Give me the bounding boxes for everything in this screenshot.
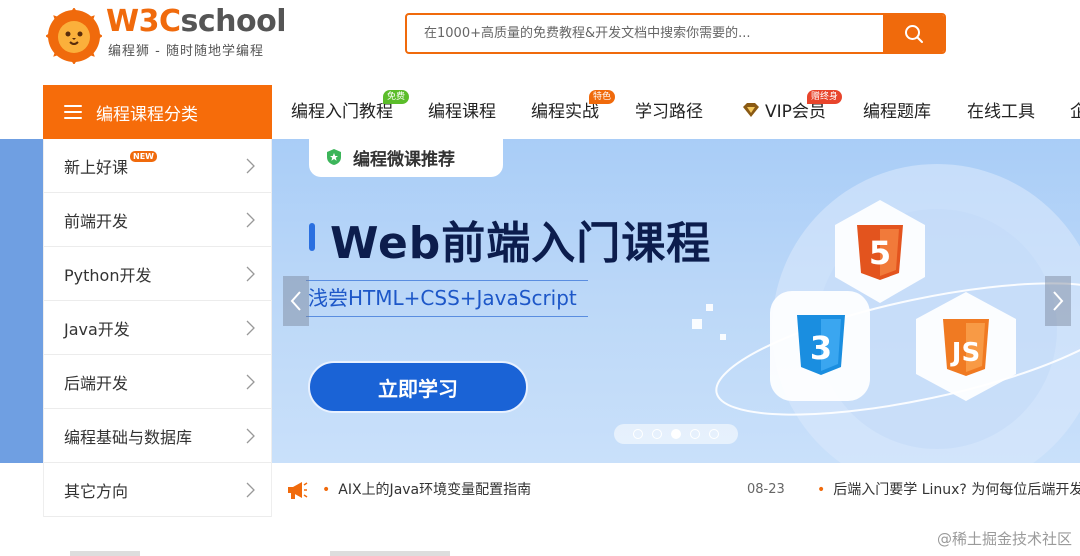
- svg-text:5: 5: [869, 234, 891, 272]
- sidebar-item-label: 后端开发: [64, 373, 129, 393]
- megaphone-icon: [288, 482, 308, 499]
- banner-prev-arrow[interactable]: [283, 276, 309, 326]
- bullet-icon: •: [817, 482, 826, 498]
- main-nav: 编程入门教程 免费 编程课程 编程实战 特色 学习路径 VIP会员 赠终身 编程…: [272, 85, 1080, 139]
- logo-slogan: 编程狮 - 随时随地学编程: [108, 44, 264, 59]
- logo-school-text: school: [180, 4, 286, 39]
- nav-item-label: 编程入门教程: [291, 102, 393, 122]
- free-badge: 免费: [383, 90, 410, 104]
- search-input[interactable]: [407, 15, 885, 52]
- sidebar-item-basics-database[interactable]: 编程基础与数据库: [44, 409, 271, 463]
- nav-item-intro-tutorials[interactable]: 编程入门教程 免费: [291, 85, 410, 139]
- css3-badge-icon: 3: [770, 291, 870, 401]
- carousel-dot[interactable]: [633, 429, 643, 439]
- sidebar-item-backend[interactable]: 后端开发: [44, 355, 271, 409]
- sidebar-item-frontend[interactable]: 前端开发: [44, 193, 271, 247]
- nav-item-vip[interactable]: VIP会员 赠终身: [741, 85, 843, 139]
- nav-item-enterprise[interactable]: 企: [1070, 85, 1080, 139]
- chevron-right-icon: [246, 428, 255, 444]
- chevron-right-icon: [1053, 291, 1064, 311]
- logo-wordmark: W3Cschool: [106, 4, 286, 39]
- sidebar-item-new-courses[interactable]: 新上好课 NEW: [44, 139, 271, 193]
- sidebar-item-label: 其它方向: [64, 481, 129, 501]
- chevron-right-icon: [246, 266, 255, 282]
- nav-item-learning-path[interactable]: 学习路径: [635, 85, 703, 139]
- news-date: 08-23: [747, 482, 785, 497]
- nav-item-label: VIP会员: [765, 102, 826, 122]
- banner-left-edge: [0, 139, 43, 463]
- nav-item-practice[interactable]: 编程实战 特色: [531, 85, 616, 139]
- news-item[interactable]: • 后端入门要学 Linux? 为何每位后端开发: [817, 463, 1080, 517]
- course-category-button[interactable]: 编程课程分类: [43, 85, 272, 139]
- carousel-dot[interactable]: [652, 429, 662, 439]
- lion-logo-icon: [46, 8, 102, 64]
- title-accent-bar: [309, 223, 315, 251]
- banner-tag-label: 编程微课推荐: [353, 149, 455, 170]
- nav-item-courses[interactable]: 编程课程: [428, 85, 496, 139]
- sidebar-item-other[interactable]: 其它方向: [44, 463, 271, 517]
- chevron-right-icon: [246, 482, 255, 498]
- search-button[interactable]: [883, 15, 944, 52]
- site-logo[interactable]: W3Cschool 编程狮 - 随时随地学编程: [46, 4, 286, 64]
- banner-tag: 编程微课推荐: [309, 139, 503, 177]
- nav-item-online-tools[interactable]: 在线工具: [967, 85, 1035, 139]
- new-badge: NEW: [130, 151, 157, 162]
- watermark: @稀土掘金技术社区: [936, 530, 1072, 548]
- featured-badge: 特色: [589, 90, 616, 104]
- chevron-right-icon: [246, 212, 255, 228]
- svg-text:JS: JS: [950, 338, 980, 368]
- start-learning-button[interactable]: 立即学习: [308, 361, 528, 413]
- news-title: AIX上的Java环境变量配置指南: [338, 482, 532, 498]
- nav-item-question-bank[interactable]: 编程题库: [863, 85, 931, 139]
- hero-banner[interactable]: 编程微课推荐 Web前端入门课程 浅尝HTML+CSS+JavaScript 立…: [272, 139, 1080, 463]
- chevron-right-icon: [246, 158, 255, 174]
- next-section-peek: [70, 551, 450, 556]
- search-bar: [405, 13, 946, 54]
- search-icon: [904, 24, 923, 43]
- shield-star-icon: [327, 149, 341, 165]
- chevron-left-icon: [290, 291, 301, 311]
- carousel-dot[interactable]: [709, 429, 719, 439]
- category-sidebar: 新上好课 NEW 前端开发 Python开发 Java开发 后端开发 编程基础与…: [43, 139, 272, 517]
- category-button-label: 编程课程分类: [96, 104, 198, 125]
- sidebar-item-python[interactable]: Python开发: [44, 247, 271, 301]
- nav-item-label: 企: [1070, 102, 1080, 122]
- news-title: 后端入门要学 Linux? 为何每位后端开发: [833, 482, 1080, 498]
- chevron-right-icon: [246, 374, 255, 390]
- nav-item-label: 在线工具: [967, 102, 1035, 122]
- nav-item-label: 学习路径: [635, 102, 703, 122]
- sidebar-item-label: Java开发: [64, 319, 130, 339]
- chevron-right-icon: [246, 320, 255, 336]
- news-ticker: • AIX上的Java环境变量配置指南 08-23 • 后端入门要学 Linux? …: [272, 463, 1080, 517]
- news-item[interactable]: • AIX上的Java环境变量配置指南: [322, 463, 531, 517]
- carousel-dot-active[interactable]: [671, 429, 681, 439]
- sidebar-item-label: 新上好课: [64, 157, 129, 177]
- nav-item-label: 编程课程: [428, 102, 496, 122]
- vip-diamond-icon: [743, 103, 759, 117]
- banner-next-arrow[interactable]: [1045, 276, 1071, 326]
- lifetime-badge: 赠终身: [807, 90, 843, 104]
- sidebar-item-java[interactable]: Java开发: [44, 301, 271, 355]
- sidebar-item-label: 编程基础与数据库: [64, 427, 193, 447]
- sidebar-item-label: 前端开发: [64, 211, 129, 231]
- svg-text:3: 3: [810, 329, 832, 367]
- sidebar-item-label: Python开发: [64, 265, 152, 285]
- nav-item-label: 编程实战: [531, 102, 599, 122]
- carousel-dot[interactable]: [690, 429, 700, 439]
- logo-w3c-text: W3C: [106, 4, 181, 39]
- bullet-icon: •: [322, 482, 331, 498]
- banner-subtitle: 浅尝HTML+CSS+JavaScript: [306, 280, 588, 317]
- menu-icon: [64, 105, 82, 119]
- nav-item-label: 编程题库: [863, 102, 931, 122]
- carousel-indicators: [614, 424, 738, 444]
- banner-title: Web前端入门课程: [330, 218, 712, 269]
- js-badge-icon: JS: [916, 292, 1016, 401]
